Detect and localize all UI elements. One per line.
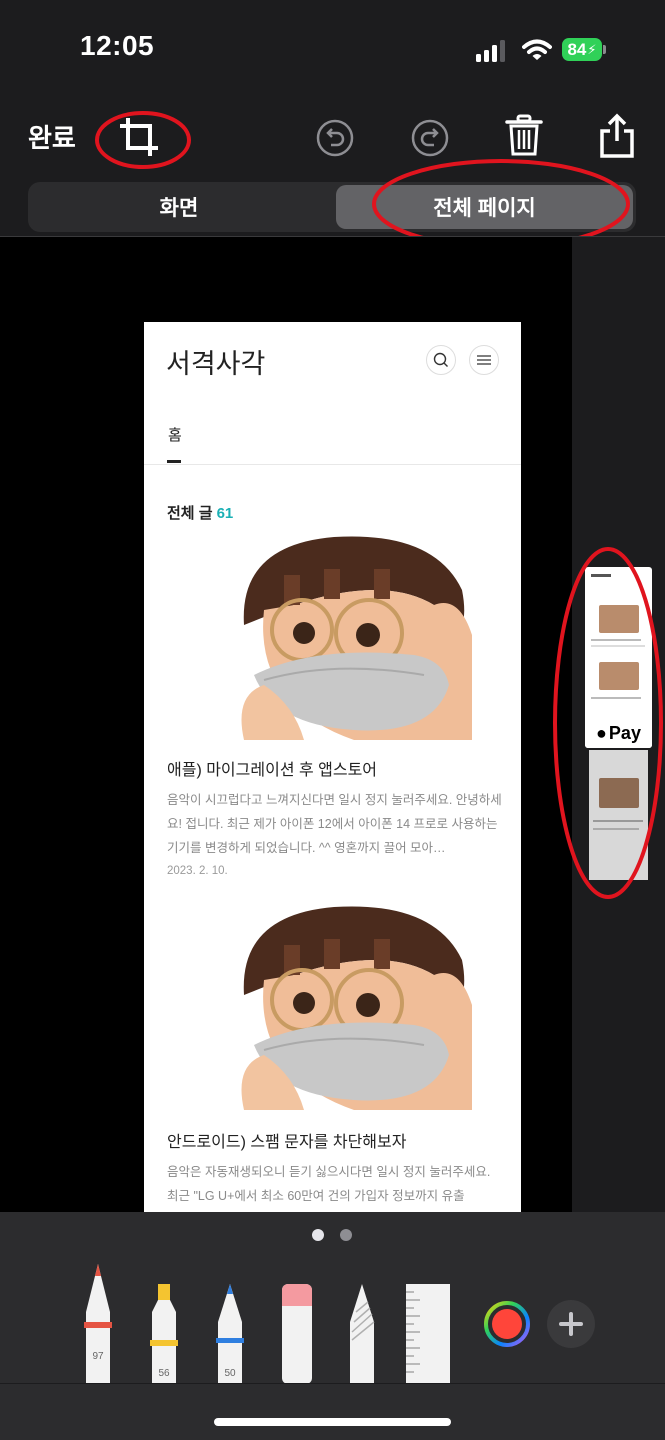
share-icon[interactable]	[598, 113, 636, 159]
page-dot[interactable]	[340, 1229, 352, 1241]
search-icon	[433, 352, 448, 367]
cellular-signal-icon	[476, 40, 505, 62]
add-tool-button[interactable]	[547, 1300, 595, 1348]
menu-icon	[477, 355, 491, 365]
tab-screen[interactable]: 화면	[31, 185, 327, 229]
pen-tool-icon[interactable]	[82, 1262, 114, 1384]
crop-annotation	[95, 111, 191, 169]
post-thumbnail[interactable]	[234, 905, 472, 1110]
battery-charging-icon: 84 ⚡	[562, 38, 602, 61]
all-posts-heading: 전체 글 61	[167, 502, 233, 523]
undo-icon[interactable]	[315, 118, 355, 158]
nav-divider	[144, 464, 521, 465]
ruler-tool-icon[interactable]	[404, 1282, 452, 1384]
nav-active-indicator	[167, 460, 181, 463]
home-indicator[interactable]	[214, 1418, 451, 1426]
post-thumbnail[interactable]	[234, 535, 472, 740]
post-excerpt: 음악이 시끄럽다고 느껴지신다면 일시 정지 눌러주세요. 안녕하세요! 접니다…	[167, 793, 502, 855]
battery-cap	[603, 45, 606, 54]
battery-level: 84	[567, 39, 587, 59]
all-posts-count: 61	[216, 505, 234, 522]
thumbnail-annotation	[553, 547, 663, 899]
status-time: 12:05	[80, 30, 155, 61]
blog-menu-button[interactable]	[469, 345, 499, 375]
post-date: 2023. 2. 10.	[167, 865, 228, 877]
eraser-tool-icon[interactable]	[280, 1282, 314, 1384]
highlighter-width-label: 56	[158, 1368, 170, 1379]
blog-title: 서격사각	[166, 349, 266, 380]
blog-search-button[interactable]	[426, 345, 456, 375]
wifi-icon	[522, 39, 552, 60]
done-button[interactable]: 완료	[28, 118, 76, 155]
post-title[interactable]: 안드로이드) 스팸 문자를 차단해보자	[167, 1128, 406, 1152]
page-dot-active[interactable]	[312, 1229, 324, 1241]
post-excerpt: 음악은 자동재생되오니 듣기 싫으시다면 일시 정지 눌러주세요. 최근 "LG…	[167, 1165, 491, 1203]
screenshot-page[interactable]: 서격사각 홈 전체 글 61 애플) 마이그레이션 후 앱스토어 음악이 시끄럽다…	[144, 322, 521, 1212]
blog-nav-home[interactable]: 홈	[168, 424, 182, 445]
tools-divider	[0, 1383, 665, 1384]
trash-icon[interactable]	[504, 114, 544, 158]
pencil-width-label: 50	[224, 1368, 236, 1379]
all-posts-label: 전체 글	[167, 505, 213, 522]
redo-icon[interactable]	[410, 118, 450, 158]
post-title[interactable]: 애플) 마이그레이션 후 앱스토어	[167, 756, 377, 780]
lasso-tool-icon[interactable]	[346, 1282, 378, 1384]
pen-width-label: 97	[92, 1351, 104, 1362]
color-picker-icon[interactable]	[483, 1300, 531, 1348]
